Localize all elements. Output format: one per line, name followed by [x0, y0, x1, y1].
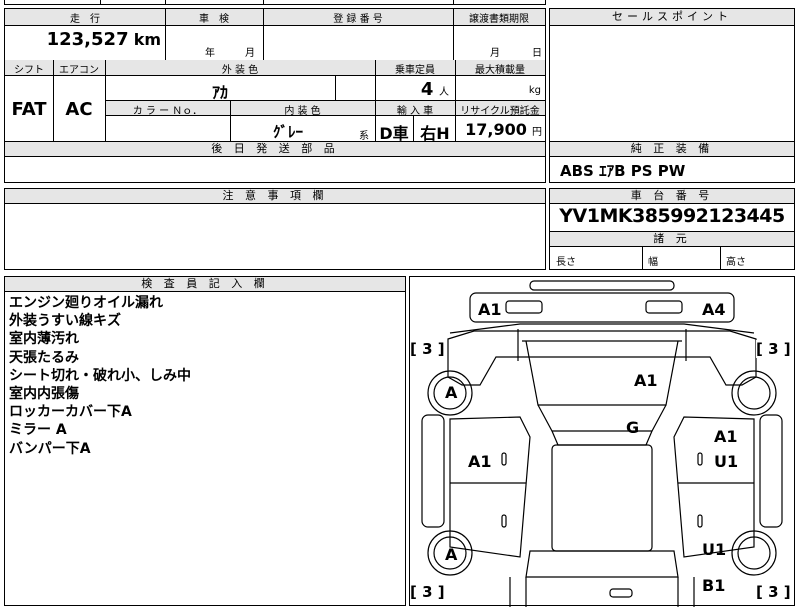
- color-no-label: カ ラ ー Ｎｏ．: [132, 106, 203, 117]
- inspection-year-unit: 年: [205, 48, 215, 59]
- inspector-note: ミラー A: [9, 422, 67, 439]
- inspector-box: 検 査 員 記 入 欄 エンジン廻りオイル漏れ 外装うすい線キズ 室内薄汚れ 天…: [4, 276, 406, 606]
- genuine-equipment-box: 純 正 装 備 ABS ｴｱB PS PW: [549, 141, 795, 183]
- inspector-note: ロッカーカバー下A: [9, 404, 132, 421]
- inspector-note: 室内内張傷: [9, 386, 79, 403]
- mileage-value: 123,527 km: [46, 29, 161, 50]
- transfer-month-unit: 月: [490, 48, 500, 59]
- sales-point-box: セールスポイント: [549, 8, 795, 142]
- shift-value: FAT: [11, 99, 47, 120]
- shift-label: シフト: [14, 65, 44, 76]
- code-front-left: A1: [478, 300, 502, 319]
- registration-label: 登 録 番 号: [333, 14, 383, 25]
- code-roof: G: [626, 418, 640, 437]
- caution-label: 注 意 事 項 欄: [5, 189, 545, 204]
- mileage-label: 走 行: [70, 14, 100, 25]
- aircon-label: エアコン: [59, 65, 99, 76]
- interior-color-value: ｸﾞﾚｰ: [273, 123, 304, 141]
- exterior-color-value: ｱｶ: [211, 83, 228, 102]
- code-right-rear: U1: [702, 540, 727, 559]
- tire-front-right: [ 3 ]: [756, 340, 791, 358]
- recycle-label: リサイクル預託金: [460, 106, 540, 117]
- dimension-height: 高さ: [726, 257, 746, 268]
- transfer-day-unit: 日: [532, 48, 542, 59]
- transfer-deadline-label: 譲渡書類期限: [469, 14, 529, 25]
- code-wheel-front-left: A: [445, 383, 458, 402]
- inspection-month-unit: 月: [245, 48, 255, 59]
- inspector-note: 天張たるみ: [9, 349, 79, 366]
- genuine-equipment-label: 純 正 装 備: [550, 142, 794, 157]
- inspector-note: 室内薄汚れ: [9, 331, 79, 348]
- aircon-value: AC: [65, 99, 93, 120]
- code-wheel-rear-left: A: [445, 545, 458, 564]
- later-parts-label: 後 日 発 送 部 品: [5, 142, 545, 157]
- exterior-color-label: 外 装 色: [221, 65, 259, 76]
- interior-color-suffix: 系: [359, 131, 369, 142]
- caution-box: 注 意 事 項 欄: [4, 188, 546, 270]
- genuine-equipment-value: ABS ｴｱB PS PW: [560, 162, 686, 180]
- recycle-value: 17,900 円: [465, 120, 542, 139]
- inspector-label: 検 査 員 記 入 欄: [5, 277, 405, 292]
- tire-front-left: [ 3 ]: [410, 340, 445, 358]
- vehicle-info-grid: 走 行 車 検 登 録 番 号 譲渡書類期限 123,527 km 年 月 月 …: [4, 8, 546, 143]
- tire-rear-right: [ 3 ]: [756, 583, 791, 601]
- dimensions-label: 諸 元: [550, 231, 794, 247]
- interior-color-label: 内 装 色: [284, 106, 321, 117]
- car-diagram-box: A1 A4 A1 G A1 A1 U1 U1 B1 A A [ 3 ] [ 3 …: [409, 276, 795, 607]
- inspector-note: シート切れ・破れ小、しみ中: [9, 367, 191, 384]
- capacity-label: 乗車定員: [395, 65, 435, 76]
- code-right-door-a: A1: [714, 427, 738, 446]
- max-load-label: 最大積載量: [475, 65, 525, 76]
- chassis-label: 車 台 番 号: [550, 189, 794, 204]
- code-front-right: A4: [702, 300, 726, 319]
- code-hood: A1: [634, 371, 658, 390]
- code-rear-right: B1: [702, 576, 726, 595]
- inspector-note: バンパー下A: [9, 440, 91, 457]
- sales-point-label: セールスポイント: [550, 9, 794, 26]
- dimension-width: 幅: [648, 257, 658, 268]
- inspector-note: エンジン廻りオイル漏れ: [9, 295, 163, 311]
- max-load-unit: kg: [528, 85, 541, 96]
- inspector-note: 外装うすい線キズ: [9, 313, 121, 330]
- inspection-label: 車 検: [199, 14, 229, 25]
- top-strip: [4, 0, 546, 5]
- code-left-door: A1: [468, 452, 492, 471]
- dimension-length: 長さ: [556, 257, 576, 268]
- chassis-box: 車 台 番 号 YV1MK385992123445 諸 元 長さ 幅 高さ: [549, 188, 795, 270]
- capacity-value: 4 人: [420, 79, 449, 100]
- chassis-number: YV1MK385992123445: [559, 205, 785, 227]
- import-label: 輸 入 車: [396, 106, 434, 117]
- code-right-door-u: U1: [714, 452, 739, 471]
- later-parts-box: 後 日 発 送 部 品: [4, 141, 546, 183]
- inspector-notes: エンジン廻りオイル漏れ 外装うすい線キズ 室内薄汚れ 天張たるみ シート切れ・破…: [9, 294, 191, 458]
- tire-rear-left: [ 3 ]: [410, 583, 445, 601]
